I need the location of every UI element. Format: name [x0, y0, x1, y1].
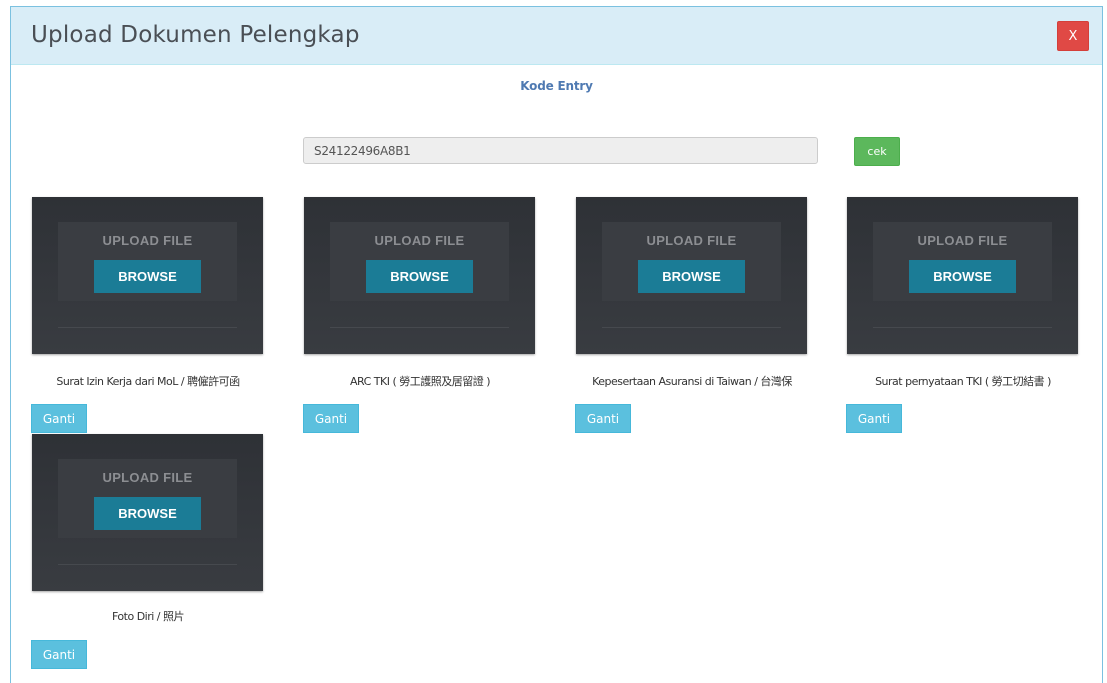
upload-dropzone[interactable]: UPLOAD FILE BROWSE — [576, 197, 807, 354]
upload-file-title: UPLOAD FILE — [102, 470, 193, 485]
upload-panel: UPLOAD FILE BROWSE — [602, 222, 781, 301]
upload-panel: UPLOAD FILE BROWSE — [330, 222, 509, 301]
upload-file-title: UPLOAD FILE — [917, 233, 1008, 248]
upload-modal: Upload Dokumen Pelengkap X Kode Entry ce… — [10, 6, 1103, 683]
upload-divider — [602, 327, 781, 328]
browse-button[interactable]: BROWSE — [638, 260, 745, 293]
upload-file-title: UPLOAD FILE — [102, 233, 193, 248]
upload-file-title: UPLOAD FILE — [374, 233, 465, 248]
upload-divider — [58, 564, 237, 565]
ganti-button[interactable]: Ganti — [31, 640, 87, 669]
upload-divider — [330, 327, 509, 328]
browse-button[interactable]: BROWSE — [366, 260, 473, 293]
browse-button[interactable]: BROWSE — [94, 260, 201, 293]
browse-button[interactable]: BROWSE — [909, 260, 1016, 293]
upload-panel: UPLOAD FILE BROWSE — [58, 222, 237, 301]
upload-file-title: UPLOAD FILE — [646, 233, 737, 248]
upload-dropzone[interactable]: UPLOAD FILE BROWSE — [847, 197, 1078, 354]
browse-button[interactable]: BROWSE — [94, 497, 201, 530]
upload-divider — [58, 327, 237, 328]
ganti-button[interactable]: Ganti — [31, 404, 87, 433]
upload-dropzone[interactable]: UPLOAD FILE BROWSE — [32, 434, 263, 591]
document-label: Surat pernyataan TKI ( 勞工切結書 ) — [875, 375, 1051, 388]
ganti-button[interactable]: Ganti — [846, 404, 902, 433]
document-label: ARC TKI ( 勞工護照及居留證 ) — [349, 375, 491, 388]
upload-panel: UPLOAD FILE BROWSE — [58, 459, 237, 538]
modal-header: Upload Dokumen Pelengkap X — [11, 7, 1102, 65]
kode-entry-input[interactable] — [303, 137, 818, 164]
upload-dropzone[interactable]: UPLOAD FILE BROWSE — [304, 197, 535, 354]
upload-panel: UPLOAD FILE BROWSE — [873, 222, 1052, 301]
document-label: Surat Izin Kerja dari MoL / 聘僱許可函 — [56, 375, 240, 388]
cek-button[interactable]: cek — [854, 137, 900, 166]
ganti-button[interactable]: Ganti — [303, 404, 359, 433]
upload-divider — [873, 327, 1052, 328]
upload-dropzone[interactable]: UPLOAD FILE BROWSE — [32, 197, 263, 354]
document-label: Foto Diri / 照片 — [111, 610, 185, 623]
ganti-button[interactable]: Ganti — [575, 404, 631, 433]
kode-entry-label: Kode Entry — [520, 79, 593, 93]
close-button[interactable]: X — [1057, 21, 1089, 51]
modal-title: Upload Dokumen Pelengkap — [31, 22, 360, 48]
document-label: Kepesertaan Asuransi di Taiwan / 台灣保 — [592, 375, 792, 388]
